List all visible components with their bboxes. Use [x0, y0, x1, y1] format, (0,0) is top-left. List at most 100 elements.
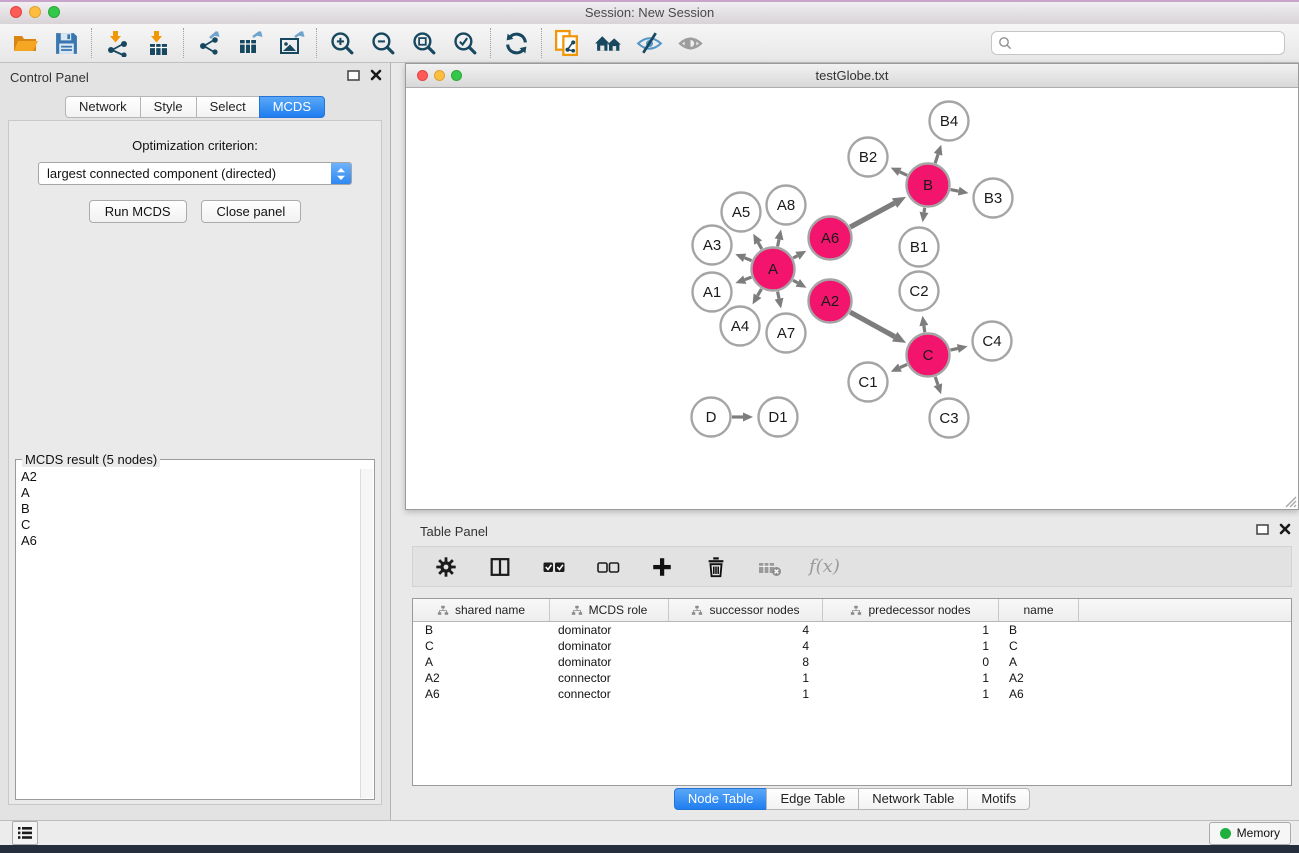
table-cell[interactable]: 1 [823, 623, 999, 637]
graph-node-A7[interactable]: A7 [767, 314, 806, 353]
graph-node-A3[interactable]: A3 [693, 226, 732, 265]
criterion-dropdown[interactable]: largest connected component (directed) [38, 162, 352, 185]
table-cell[interactable]: dominator [550, 639, 669, 653]
graph-node-D1[interactable]: D1 [759, 398, 798, 437]
table-cell[interactable]: 4 [669, 623, 823, 637]
table-cell[interactable]: 1 [669, 671, 823, 685]
column-header-mcds-role[interactable]: MCDS role [550, 599, 669, 621]
mcds-result-item[interactable]: A6 [17, 533, 360, 549]
column-header-name[interactable]: name [999, 599, 1079, 621]
tab-edge-table[interactable]: Edge Table [766, 788, 859, 810]
refresh-button[interactable] [501, 28, 531, 58]
graph-node-B2[interactable]: B2 [849, 138, 888, 177]
tab-select[interactable]: Select [196, 96, 260, 118]
export-table-button[interactable] [235, 28, 265, 58]
zoom-fit-button[interactable] [409, 28, 439, 58]
table-row[interactable]: Bdominator41B [413, 622, 1291, 638]
graph-edge-C-C3[interactable] [934, 377, 943, 394]
table-cell[interactable]: B [999, 623, 1079, 637]
table-cell[interactable]: A [413, 655, 550, 669]
network-canvas[interactable]: AA1A2A3A4A5A6A7A8BB1B2B3B4CC1C2C3C4DD1 [406, 88, 1298, 509]
graph-edge-A-A6[interactable] [793, 251, 806, 260]
table-cell[interactable]: C [999, 639, 1079, 653]
table-cell[interactable]: dominator [550, 655, 669, 669]
graph-edge-D-D1[interactable] [732, 413, 753, 422]
show-all-button[interactable] [675, 28, 705, 58]
export-image-button[interactable] [276, 28, 306, 58]
graph-node-A1[interactable]: A1 [693, 273, 732, 312]
graph-edge-B-B1[interactable] [920, 208, 929, 222]
table-cell[interactable]: A6 [999, 687, 1079, 701]
tab-network[interactable]: Network [65, 96, 141, 118]
graph-edge-A-A1[interactable] [735, 275, 751, 283]
graph-node-C2[interactable]: C2 [900, 272, 939, 311]
graph-edge-A-A3[interactable] [735, 254, 751, 262]
table-cell[interactable]: A2 [413, 671, 550, 685]
graph-edge-A6-B[interactable] [850, 197, 906, 227]
table-cell[interactable]: A6 [413, 687, 550, 701]
graph-node-A6[interactable]: A6 [809, 217, 852, 260]
table-cell[interactable]: 1 [823, 671, 999, 685]
zoom-selected-button[interactable] [450, 28, 480, 58]
tab-mcds[interactable]: MCDS [259, 96, 325, 118]
graph-node-B4[interactable]: B4 [930, 102, 969, 141]
table-cell[interactable]: A [999, 655, 1079, 669]
hide-selected-button[interactable] [634, 28, 664, 58]
table-cell[interactable]: 8 [669, 655, 823, 669]
search-input[interactable] [991, 31, 1285, 55]
network-list-button[interactable] [12, 821, 38, 845]
graph-edge-C-C2[interactable] [919, 316, 928, 332]
table-settings-button[interactable] [431, 552, 461, 582]
tab-style[interactable]: Style [140, 96, 197, 118]
table-cell[interactable]: 1 [669, 687, 823, 701]
tab-network-table[interactable]: Network Table [858, 788, 968, 810]
graph-node-A4[interactable]: A4 [721, 307, 760, 346]
graph-node-B[interactable]: B [907, 164, 950, 207]
graph-node-C1[interactable]: C1 [849, 363, 888, 402]
graph-node-C4[interactable]: C4 [973, 322, 1012, 361]
run-mcds-button[interactable]: Run MCDS [89, 200, 187, 223]
table-cell[interactable]: connector [550, 687, 669, 701]
graph-edge-A-A2[interactable] [793, 279, 806, 288]
graph-edge-C-C1[interactable] [891, 364, 907, 372]
graph-node-B3[interactable]: B3 [974, 179, 1013, 218]
graph-node-D[interactable]: D [692, 398, 731, 437]
graph-node-A2[interactable]: A2 [809, 280, 852, 323]
float-panel-icon[interactable] [1256, 524, 1269, 535]
close-panel-icon[interactable] [1279, 523, 1291, 535]
graph-edge-A-A4[interactable] [753, 289, 762, 304]
mcds-result-item[interactable]: A [17, 485, 360, 501]
table-cell[interactable]: 1 [823, 639, 999, 653]
import-table-button[interactable] [143, 28, 173, 58]
zoom-in-button[interactable] [327, 28, 357, 58]
graph-edge-A-A5[interactable] [753, 234, 762, 249]
table-cell[interactable]: 4 [669, 639, 823, 653]
mcds-result-item[interactable]: A2 [17, 469, 360, 485]
table-cell[interactable]: A2 [999, 671, 1079, 685]
select-all-rows-button[interactable] [539, 552, 569, 582]
graph-edge-B-B2[interactable] [891, 168, 908, 176]
table-cell[interactable]: 1 [823, 687, 999, 701]
graph-edge-A-A8[interactable] [775, 229, 784, 246]
first-neighbors-button[interactable] [593, 28, 623, 58]
graph-edge-C-C4[interactable] [950, 344, 967, 353]
table-row[interactable]: A2connector11A2 [413, 670, 1291, 686]
table-cell[interactable]: C [413, 639, 550, 653]
tab-motifs[interactable]: Motifs [967, 788, 1030, 810]
show-column-panel-button[interactable] [485, 552, 515, 582]
close-panel-button[interactable]: Close panel [201, 200, 302, 223]
column-header-successor-nodes[interactable]: successor nodes [669, 599, 823, 621]
table-row[interactable]: Adominator80A [413, 654, 1291, 670]
open-session-button[interactable] [10, 28, 40, 58]
close-panel-icon[interactable] [370, 69, 382, 81]
network-window-titlebar[interactable]: testGlobe.txt [406, 64, 1298, 88]
new-network-from-selection-button[interactable] [552, 28, 582, 58]
table-cell[interactable]: 0 [823, 655, 999, 669]
graph-edge-B-B4[interactable] [934, 145, 943, 163]
mcds-result-item[interactable]: B [17, 501, 360, 517]
graph-node-B1[interactable]: B1 [900, 228, 939, 267]
column-header-shared-name[interactable]: shared name [413, 599, 550, 621]
zoom-out-button[interactable] [368, 28, 398, 58]
float-panel-icon[interactable] [347, 70, 360, 81]
graph-node-C3[interactable]: C3 [930, 399, 969, 438]
